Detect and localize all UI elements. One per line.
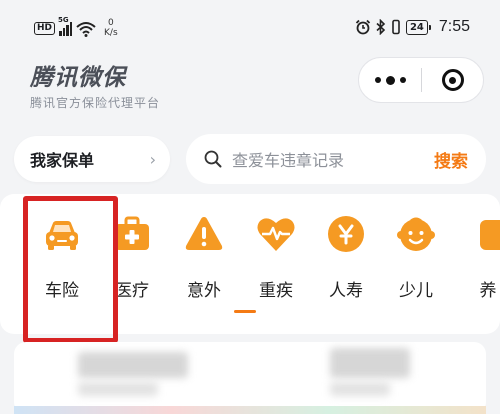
blurred-block [330,382,390,396]
category-label: 意外 [187,281,221,301]
life-badge-icon [328,216,364,252]
hd-indicator: HD [34,22,56,35]
battery-indicator: 24 [405,19,431,35]
chevron-right-icon: › [149,150,156,169]
alarm-icon [355,19,371,35]
status-bar: HD 5G 0 K/s 24 7:55 [0,0,500,52]
search-button[interactable]: 搜索 [434,147,468,172]
app-title: 腾讯微保 [30,65,126,91]
content-cards [14,342,486,414]
search-input[interactable]: 查爱车违章记录 [232,147,434,171]
category-critical-illness[interactable]: 重疾 [240,212,312,301]
search-icon [204,150,222,168]
network-speed: 0 K/s [104,18,118,38]
warning-icon [185,217,223,250]
category-label: 人寿 [329,281,363,301]
category-life[interactable]: 人寿 [310,212,382,301]
target-icon [441,69,464,91]
blurred-block [78,352,188,378]
category-accident[interactable]: 意外 [168,212,240,301]
my-policy-label: 我家保单 [30,151,95,170]
signal-icon: 5G [58,16,73,36]
color-strip [14,406,486,414]
vibrate-icon [392,19,400,35]
more-options-icon[interactable] [359,75,421,85]
my-policy-button[interactable]: 我家保单 › [14,136,170,182]
category-label: 少儿 [399,281,433,301]
heart-pulse-icon [257,218,295,251]
scroll-indicator [234,310,256,313]
elderly-icon [480,220,500,250]
bluetooth-icon [376,19,386,35]
highlight-box [23,196,118,343]
blurred-block [78,382,158,396]
close-miniprogram-button[interactable] [422,69,483,91]
blurred-block [330,348,410,378]
category-label: 重疾 [259,281,293,301]
app-subtitle: 腾讯官方保险代理平台 [30,96,161,110]
status-time: 7:55 [438,18,470,35]
child-face-icon [397,217,435,251]
category-label: 养 [479,281,497,301]
brand-header: 腾讯微保 腾讯官方保险代理平台 [30,58,160,111]
category-elderly[interactable]: 养 [452,212,500,301]
search-bar[interactable]: 查爱车违章记录 搜索 [186,134,486,184]
miniprogram-capsule [358,57,484,103]
category-children[interactable]: 少儿 [380,212,452,301]
wifi-icon [76,22,96,37]
